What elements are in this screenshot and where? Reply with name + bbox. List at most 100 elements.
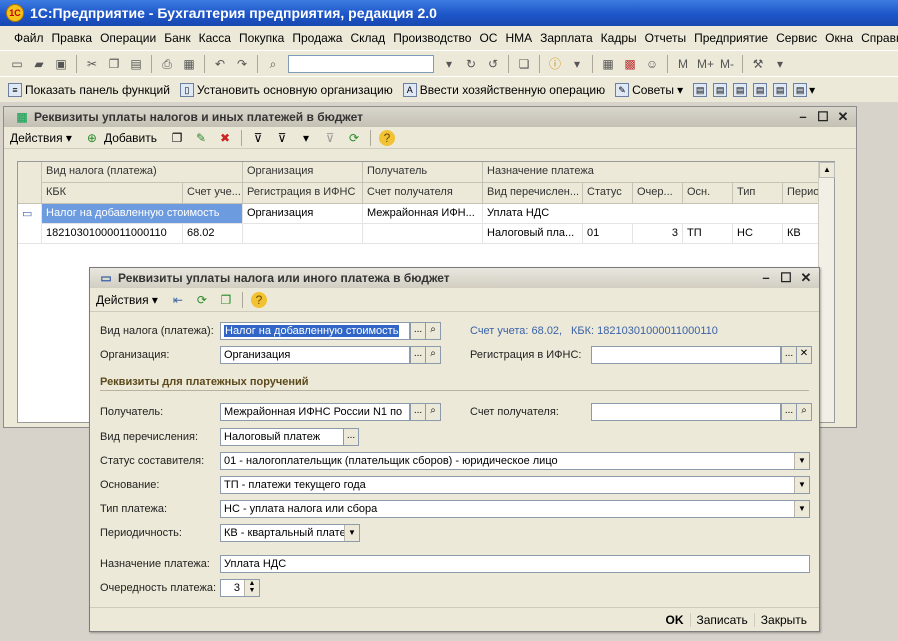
header-purpose[interactable]: Назначение платежа [483,162,819,183]
chevron-down-icon[interactable]: ▼ [794,501,809,517]
paste-icon[interactable]: ▤ [128,56,144,72]
delete-icon[interactable]: ✖ [217,130,233,146]
actions-menu-button[interactable]: Действия ▾ [10,131,72,145]
header-tax-type[interactable]: Вид налога (платежа) [42,162,243,183]
windows-icon[interactable]: ❏ [516,56,532,72]
header-recipient[interactable]: Получатель [363,162,483,183]
menu-item[interactable]: Сервис [776,31,817,45]
menu-item[interactable]: Продажа [292,31,342,45]
cell-recipient[interactable]: Межрайонная ИФН... [363,204,483,224]
header-recipient-acc[interactable]: Счет получателя [363,183,483,204]
search-icon[interactable]: ⌕ [265,56,281,72]
save-close-icon[interactable]: ⇤ [170,292,186,308]
redo-icon[interactable]: ↷ [234,56,250,72]
memory-plus-icon[interactable]: M+ [697,56,714,72]
memory-m-icon[interactable]: M [675,56,691,72]
memory-minus-icon[interactable]: M- [719,56,735,72]
show-panel-button[interactable]: ≡ Показать панель функций [8,82,170,97]
menu-item[interactable]: Предприятие [694,31,768,45]
add-button[interactable]: ⊕ Добавить [80,130,157,146]
magnifier-icon[interactable]: ⌕ [425,322,441,340]
transfer-field[interactable]: Налоговый платеж [220,428,344,446]
copy-icon[interactable]: ❐ [106,56,122,72]
filter-list-icon[interactable]: ▾ [298,130,314,146]
search-prev-icon[interactable]: ↺ [485,56,501,72]
period-select[interactable]: КВ - квартальный платеж ▼ [220,524,360,542]
header-org[interactable]: Организация [243,162,363,183]
chevron-down-icon[interactable]: ▾ [772,56,788,72]
menu-item[interactable]: Окна [825,31,853,45]
close-button[interactable]: Закрыть [753,612,813,627]
minimize-icon[interactable]: – [757,270,775,286]
help-icon[interactable]: ? [250,291,267,308]
info-icon[interactable]: ⓘ [547,56,563,72]
copy-row-icon[interactable]: ❐ [169,130,185,146]
print-icon[interactable]: ⎙ [159,56,175,72]
tax-type-select-button[interactable]: ... [410,322,426,340]
menu-item[interactable]: НМА [505,31,532,45]
filter-settings-icon[interactable]: ⊽ [250,130,266,146]
menu-item[interactable]: Операции [100,31,156,45]
save-button[interactable]: Записать [689,612,754,627]
menu-item[interactable]: Правка [52,31,93,45]
dialog-actions-menu-button[interactable]: Действия ▾ [96,293,158,307]
cell-kbk[interactable]: 18210301000011000110 [42,224,183,244]
org-field[interactable]: Организация [220,346,410,364]
pay-type-select[interactable]: НС - уплата налога или сбора ▼ [220,500,810,518]
basis-select[interactable]: ТП - платежи текущего года ▼ [220,476,810,494]
refresh-icon[interactable]: ⟳ [346,130,362,146]
edit-icon[interactable]: ✎ [193,130,209,146]
table-scrollbar[interactable]: ▲ [818,162,835,422]
menu-item[interactable]: Касса [199,31,231,45]
report-icon[interactable]: ▤ [693,82,708,97]
magnifier-icon[interactable]: ⌕ [425,403,441,421]
clear-icon[interactable]: ✕ [796,346,812,364]
tax-type-field[interactable]: Налог на добавленную стоимость [220,322,410,340]
chevron-down-icon[interactable]: ▾ [441,56,457,72]
cell-recipient-acc[interactable] [363,224,483,244]
menu-item[interactable]: Зарплата [540,31,593,45]
recipient-acc-select-button[interactable]: ... [781,403,797,421]
status-select[interactable]: 01 - налогоплательщик (плательщик сборов… [220,452,810,470]
menu-item[interactable]: Справка [861,31,898,45]
order-stepper[interactable]: ▲ ▼ [244,580,259,596]
cell-type[interactable]: НС [733,224,783,244]
recipient-acc-field[interactable] [591,403,781,421]
recipient-field[interactable]: Межрайонная ИФНС России N1 по [220,403,410,421]
filter-icon[interactable]: ⊽ [274,130,290,146]
scroll-up-icon[interactable]: ▲ [819,162,835,178]
minimize-icon[interactable]: – [794,109,812,125]
calculator-icon[interactable]: ▦ [600,56,616,72]
set-org-button[interactable]: ▯ Установить основную организацию [179,82,393,97]
menu-item[interactable]: Банк [164,31,190,45]
purpose-field[interactable]: Уплата НДС [220,555,810,573]
close-icon[interactable]: ✕ [834,109,852,125]
menu-item[interactable]: Кадры [601,31,637,45]
chevron-down-icon[interactable]: ▾ [569,56,585,72]
search-next-icon[interactable]: ↻ [463,56,479,72]
header-transfer[interactable]: Вид перечислен... [483,183,583,204]
reread-icon[interactable]: ⟳ [194,292,210,308]
reg-select-button[interactable]: ... [781,346,797,364]
maximize-icon[interactable]: ☐ [814,109,832,125]
enter-operation-button[interactable]: A Ввести хозяйственную операцию [402,82,605,97]
cell-order[interactable]: 3 [633,224,683,244]
menu-item[interactable]: Производство [393,31,471,45]
report4-icon[interactable]: ▤ [753,82,768,97]
header-status[interactable]: Статус [583,183,633,204]
menu-item[interactable]: Склад [350,31,385,45]
cell-tax-type[interactable]: Налог на добавленную стоимость [42,204,243,224]
cell-status[interactable]: 01 [583,224,633,244]
magnifier-icon[interactable]: ⌕ [425,346,441,364]
report6-icon[interactable]: ▤ [793,82,808,97]
close-icon[interactable]: ✕ [797,270,815,286]
open-folder-icon[interactable]: ▰ [31,56,47,72]
tips-button[interactable]: ✎ Советы ▾ [615,82,683,97]
ok-button[interactable]: OK [660,613,690,627]
chevron-down-icon[interactable]: ▼ [344,525,359,541]
header-type[interactable]: Тип [733,183,783,204]
calendar-icon[interactable]: ▩ [622,56,638,72]
menu-item[interactable]: Покупка [239,31,284,45]
header-period[interactable]: Перио... [783,183,819,204]
copy-icon[interactable]: ❐ [218,292,234,308]
